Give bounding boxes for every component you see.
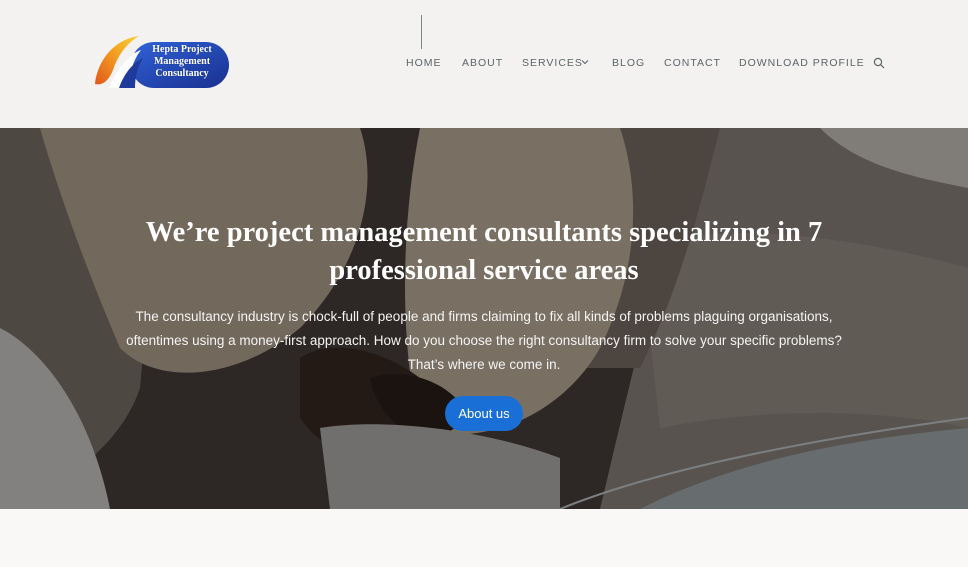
nav-item-home[interactable]: HOME [406, 57, 442, 69]
hero-description: The consultancy industry is chock-full o… [126, 309, 842, 372]
nav-item-about[interactable]: ABOUT [462, 57, 503, 69]
nav-item-contact[interactable]: CONTACT [664, 57, 721, 69]
nav-item-services[interactable]: SERVICES [522, 57, 583, 69]
site-header: Hepta Project Management Consultancy HOM… [0, 0, 968, 128]
about-us-button[interactable]: About us [445, 396, 523, 431]
chevron-down-icon[interactable] [581, 58, 589, 66]
logo-line-1: Hepta Project [152, 44, 212, 55]
nav-item-download-profile[interactable]: DOWNLOAD PROFILE [739, 57, 865, 69]
nav-divider [421, 15, 422, 49]
next-section [0, 509, 968, 567]
hero-title: We’re project management consultants spe… [145, 217, 823, 286]
hero-section: We’re project management consultants spe… [0, 128, 968, 509]
search-icon[interactable] [873, 57, 885, 69]
nav-item-blog[interactable]: BLOG [612, 57, 645, 69]
main-nav: HOME ABOUT SERVICES BLOG CONTACT DOWNLOA… [0, 57, 968, 71]
